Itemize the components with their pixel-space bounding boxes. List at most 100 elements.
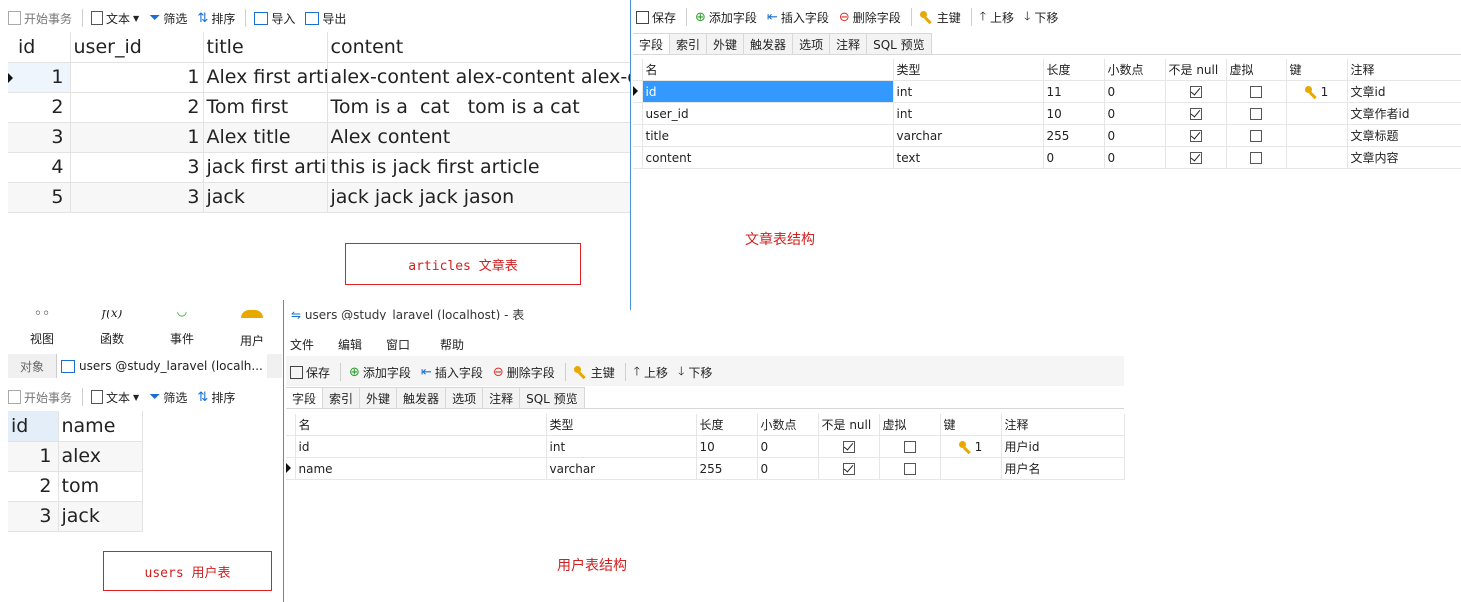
export-button[interactable]: 导出 [305, 10, 346, 27]
function-tool[interactable]: f(x) 函数 [92, 310, 132, 347]
virtual-checkbox[interactable] [1250, 152, 1262, 164]
tab-sql-preview[interactable]: SQL 预览 [520, 387, 585, 409]
cell-user-id[interactable]: 2 [70, 92, 204, 123]
virtual-checkbox[interactable] [1250, 108, 1262, 120]
field-type[interactable]: int [893, 102, 1044, 125]
tab-fields[interactable]: 字段 [633, 33, 671, 55]
not-null-checkbox[interactable] [1189, 152, 1202, 164]
table-row[interactable]: 3 1 Alex title Alex content [8, 122, 630, 153]
virtual-checkbox[interactable] [1250, 130, 1262, 142]
tab-triggers[interactable]: 触发器 [397, 387, 447, 409]
text-view-button[interactable]: 文本 ▼ [91, 10, 139, 27]
filter-button[interactable]: ⏷ 筛选 [149, 10, 187, 27]
cell-id[interactable]: 1 [8, 62, 71, 93]
cell-name[interactable]: alex [58, 441, 143, 472]
field-virtual[interactable] [1226, 80, 1287, 103]
cell-name[interactable]: jack [58, 501, 143, 532]
field-length[interactable]: 255 [696, 457, 758, 480]
field-comment[interactable]: 文章标题 [1347, 124, 1461, 147]
table-row[interactable]: 5 3 jack jack jack jack jason [8, 182, 630, 213]
cell-title[interactable]: jack first article [203, 152, 328, 183]
tab-comment[interactable]: 注释 [483, 387, 521, 409]
field-not-null[interactable] [818, 457, 880, 480]
virtual-checkbox[interactable] [1250, 86, 1262, 98]
field-decimals[interactable]: 0 [757, 457, 819, 480]
field-name[interactable]: id [295, 435, 547, 458]
cell-id[interactable]: 3 [8, 122, 71, 153]
save-button[interactable]: 保存 [636, 9, 676, 26]
table-row[interactable]: 1 1 Alex first article alex-content alex… [8, 62, 630, 93]
cell-id[interactable]: 4 [8, 152, 71, 183]
tab-triggers[interactable]: 触发器 [744, 33, 794, 55]
cell-content[interactable]: alex-content alex-content alex-content [327, 62, 630, 93]
save-button[interactable]: 保存 [290, 364, 330, 381]
cell-id[interactable]: 2 [8, 471, 59, 502]
field-type[interactable]: int [893, 80, 1044, 103]
move-up-button[interactable]: 🡑 上移 [980, 7, 1014, 28]
table-row[interactable]: 2 2 Tom first Tom is a cat tom is a cat [8, 92, 630, 123]
field-type[interactable]: text [893, 146, 1044, 169]
filter-button[interactable]: ⏷ 筛选 [149, 389, 187, 406]
field-row[interactable]: title varchar 255 0 文章标题 [633, 124, 1461, 147]
insert-field-button[interactable]: ⇤ 插入字段 [421, 364, 483, 381]
field-length[interactable]: 255 [1043, 124, 1105, 147]
text-view-button[interactable]: 文本 ▼ [91, 389, 139, 406]
field-comment[interactable]: 用户id [1001, 435, 1125, 458]
cell-id[interactable]: 3 [8, 501, 59, 532]
tab-fields[interactable]: 字段 [286, 387, 324, 409]
field-type[interactable]: int [546, 435, 697, 458]
cell-content[interactable]: this is jack first article [327, 152, 630, 183]
table-row[interactable]: 2 tom [8, 471, 143, 502]
field-not-null[interactable] [1165, 124, 1227, 147]
field-not-null[interactable] [1165, 80, 1227, 103]
move-up-button[interactable]: 🡑 上移 [634, 362, 668, 383]
import-button[interactable]: 导入 [254, 10, 295, 27]
field-not-null[interactable] [1165, 102, 1227, 125]
field-comment[interactable]: 用户名 [1001, 457, 1125, 480]
field-name[interactable]: name [295, 457, 547, 480]
table-row[interactable]: 4 3 jack first article this is jack firs… [8, 152, 630, 183]
field-length[interactable]: 11 [1043, 80, 1105, 103]
tab-comment[interactable]: 注释 [830, 33, 868, 55]
menu-help[interactable]: 帮助 [440, 336, 464, 353]
cell-title[interactable]: Alex title [203, 122, 328, 153]
field-virtual[interactable] [879, 457, 941, 480]
field-length[interactable]: 10 [1043, 102, 1105, 125]
menu-edit[interactable]: 编辑 [338, 336, 362, 353]
field-virtual[interactable] [1226, 124, 1287, 147]
field-comment[interactable]: 文章内容 [1347, 146, 1461, 169]
field-decimals[interactable]: 0 [1104, 146, 1166, 169]
delete-field-button[interactable]: ⊖ 删除字段 [839, 9, 901, 26]
field-virtual[interactable] [879, 435, 941, 458]
tab-sql-preview[interactable]: SQL 预览 [867, 33, 932, 55]
field-virtual[interactable] [1226, 146, 1287, 169]
field-comment[interactable]: 文章作者id [1347, 102, 1461, 125]
field-row[interactable]: id int 10 0 1 用户id [286, 435, 1125, 458]
tab-foreign-keys[interactable]: 外键 [360, 387, 398, 409]
not-null-checkbox[interactable] [1189, 108, 1202, 120]
tab-options[interactable]: 选项 [793, 33, 831, 55]
sort-button[interactable]: ⇅ 排序 [197, 389, 235, 406]
field-row[interactable]: name varchar 255 0 用户名 [286, 457, 1125, 480]
column-header-title[interactable]: title [203, 32, 328, 63]
tab-options[interactable]: 选项 [446, 387, 484, 409]
cell-user-id[interactable]: 3 [70, 152, 204, 183]
column-header-id[interactable]: id [8, 411, 59, 442]
field-decimals[interactable]: 0 [1104, 124, 1166, 147]
delete-field-button[interactable]: ⊖ 删除字段 [493, 364, 555, 381]
field-decimals[interactable]: 0 [1104, 102, 1166, 125]
column-header-name[interactable]: name [58, 411, 143, 442]
table-row[interactable]: 1 alex [8, 441, 143, 472]
field-row[interactable]: content text 0 0 文章内容 [633, 146, 1461, 169]
sort-button[interactable]: ⇅ 排序 [197, 10, 235, 27]
field-not-null[interactable] [1165, 146, 1227, 169]
begin-transaction-button[interactable]: 开始事务 [8, 389, 72, 406]
virtual-checkbox[interactable] [903, 441, 916, 453]
field-name[interactable]: user_id [642, 102, 894, 125]
field-decimals[interactable]: 0 [757, 435, 819, 458]
cell-user-id[interactable]: 1 [70, 62, 204, 93]
field-type[interactable]: varchar [546, 457, 697, 480]
field-row[interactable]: id int 11 0 1 文章id [633, 80, 1461, 103]
virtual-checkbox[interactable] [903, 463, 916, 475]
cell-title[interactable]: jack [203, 182, 328, 213]
